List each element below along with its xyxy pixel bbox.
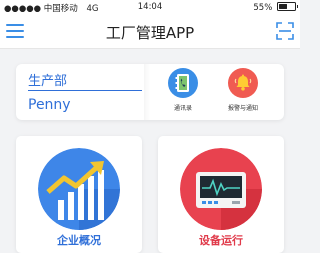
status-bar: ●●●●● 中国移动 4G 14:04 55% bbox=[0, 0, 300, 14]
battery-info: 55% bbox=[253, 2, 298, 13]
monitor-heartbeat-icon bbox=[180, 148, 262, 230]
contacts-phone-icon bbox=[168, 68, 198, 98]
alarm-bell-icon bbox=[228, 68, 258, 98]
tile-enterprise-overview[interactable]: 企业概况 bbox=[16, 136, 142, 253]
nav-bar: 工厂管理APP bbox=[0, 14, 300, 49]
tile-enterprise-overview-label: 企业概况 bbox=[57, 234, 101, 247]
page-title: 工厂管理APP bbox=[105, 24, 195, 42]
tile-equipment-status[interactable]: 设备运行 bbox=[158, 136, 284, 253]
tile-equipment-status-label: 设备运行 bbox=[199, 234, 243, 247]
bar-chart-growth-icon bbox=[38, 148, 120, 230]
battery-percent: 55% bbox=[253, 3, 273, 13]
shortcut-contacts-label: 通讯录 bbox=[173, 105, 192, 112]
user-name: Penny bbox=[28, 97, 71, 113]
department-label: 生产部 bbox=[28, 74, 68, 89]
battery-icon bbox=[277, 2, 298, 11]
card-separator bbox=[144, 64, 150, 120]
profile-divider bbox=[28, 90, 142, 91]
profile-card: 生产部 Penny 通讯录 报警与通知 bbox=[16, 64, 284, 120]
shortcut-alarms[interactable]: 报警与通知 bbox=[216, 68, 270, 112]
scan-icon[interactable] bbox=[276, 22, 294, 40]
shortcut-contacts[interactable]: 通讯录 bbox=[156, 68, 210, 112]
shortcut-alarms-label: 报警与通知 bbox=[227, 105, 258, 112]
